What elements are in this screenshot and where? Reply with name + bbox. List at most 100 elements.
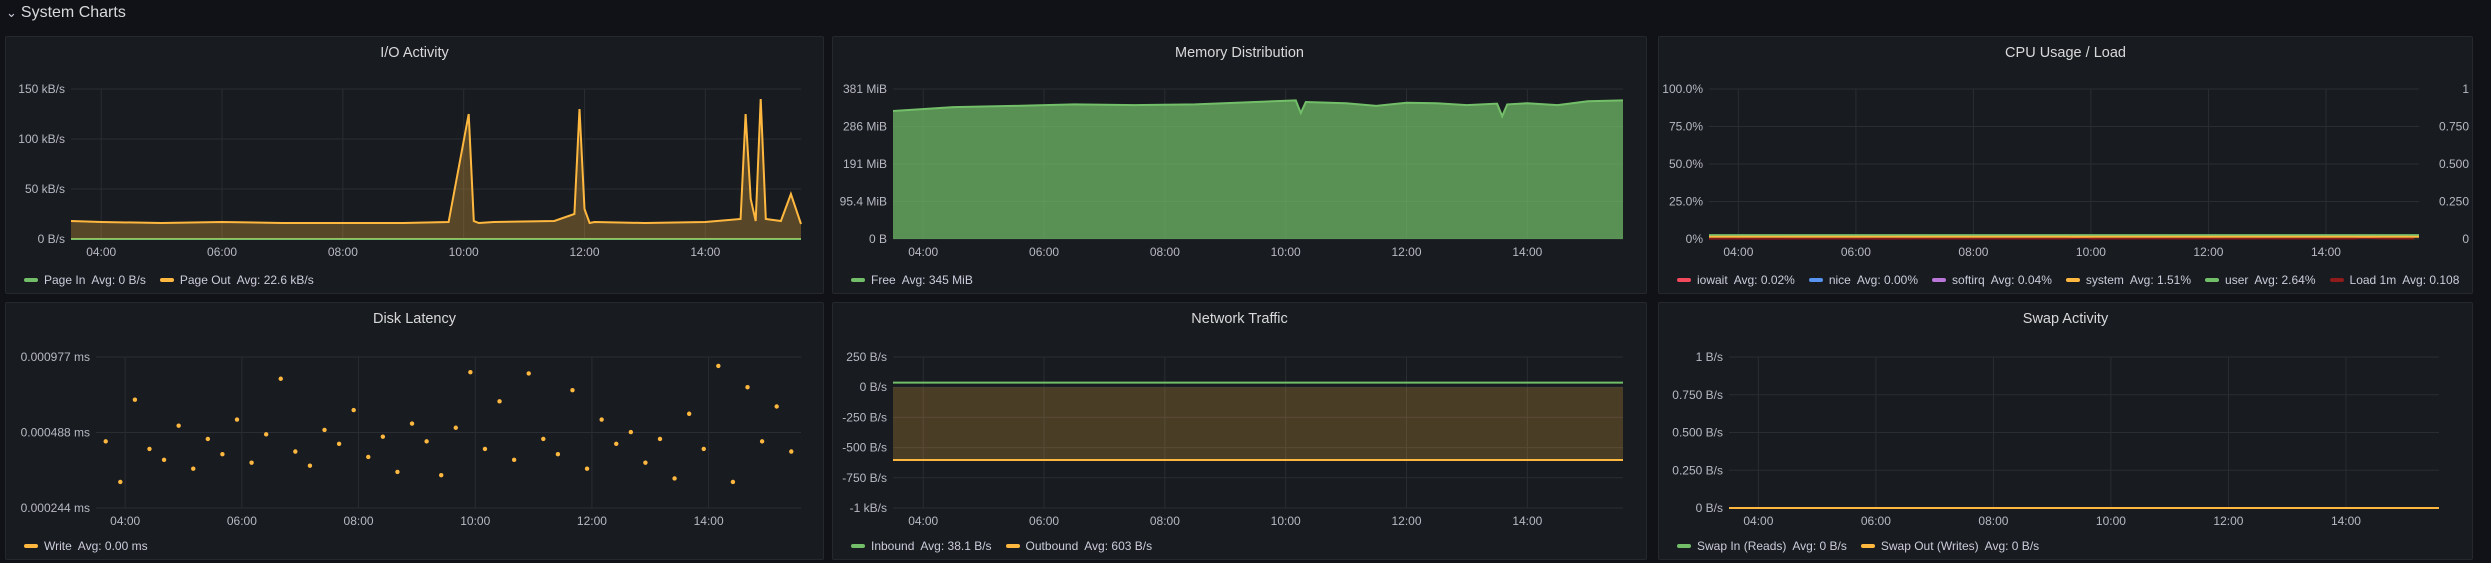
legend-avg: Avg: 0 B/s	[91, 273, 146, 287]
legend-item[interactable]: user Avg: 2.64%	[2205, 273, 2316, 287]
panel-cpu-usage-load[interactable]: CPU Usage / Load 0% 25.0% 50.0% 75.0% 100.0%…	[1658, 36, 2473, 294]
y-tick-label: 1 B/s	[1696, 350, 1723, 364]
y-tick-label: 50.0%	[1669, 157, 1703, 171]
legend-swatch	[2205, 278, 2220, 282]
x-tick-label: 10:00	[2096, 514, 2126, 528]
y-tick-label: 0.250 B/s	[1672, 463, 1723, 477]
data-point	[643, 460, 648, 465]
data-point	[526, 371, 531, 376]
legend-label: Page In	[44, 273, 86, 287]
y-tick-label: 100.0%	[1662, 82, 1703, 96]
data-point	[132, 397, 138, 402]
y-tick-label: 0.000977 ms	[21, 350, 90, 364]
legend: Swap In (Reads) Avg: 0 B/s Swap Out (Write…	[1677, 539, 2462, 553]
data-point	[672, 476, 677, 481]
data-point	[307, 463, 313, 468]
legend-item[interactable]: Page Out Avg: 22.6 kB/s	[159, 273, 314, 287]
network-chart: 250 B/s 0 B/s -250 B/s -500 B/s -750 B/s -1 k…	[842, 350, 1623, 528]
data-point	[191, 466, 196, 471]
legend-label: Swap In (Reads)	[1697, 539, 1787, 553]
row-title: System Charts	[20, 4, 126, 21]
legend-avg: Avg: 0.00 ms	[77, 539, 148, 553]
data-point	[570, 388, 575, 393]
legend-swatch	[851, 544, 865, 548]
legend-item[interactable]: Inbound Avg: 38.1 B/s	[851, 539, 992, 553]
legend-swatch	[24, 544, 38, 548]
data-point	[293, 449, 298, 454]
data-point	[599, 417, 604, 422]
legend-avg: Avg: 1.51%	[2129, 273, 2192, 287]
data-point	[628, 429, 634, 435]
legend-avg: Avg: 345 MiB	[901, 273, 973, 287]
legend-avg: Avg: 38.1 B/s	[920, 539, 992, 553]
legend-item[interactable]: Outbound Avg: 603 B/s	[1005, 539, 1153, 553]
x-tick-label: 12:00	[2213, 514, 2243, 528]
memory-chart: 0 B 95.4 MiB 191 MiB 286 MiB 381 MiB 04:00 06:…	[840, 82, 1624, 259]
panel-network-traffic[interactable]: Network Traffic 250 B/s 0 B/s -250 B/s -500…	[832, 302, 1647, 560]
cpu-chart: 0% 25.0% 50.0% 75.0% 100.0% 0 0.250 0.500 0.750 1…	[1662, 82, 2469, 259]
x-tick-label: 14:00	[2331, 514, 2361, 528]
legend-label: Load 1m	[2349, 273, 2397, 287]
panel-memory-distribution[interactable]: Memory Distribution 0 B 95.4 MiB 191 MiB 28…	[832, 36, 1647, 294]
x-tick-label: 04:00	[1743, 514, 1773, 528]
legend-item[interactable]: Load 1m Avg: 0.108	[2329, 273, 2459, 287]
data-point	[161, 457, 167, 462]
data-point	[176, 423, 181, 428]
x-tick-label: 08:00	[328, 245, 358, 259]
disk-chart: 0.000244 ms 0.000488 ms 0.000977 ms 04:00 06…	[21, 350, 801, 528]
legend-avg: Avg: 603 B/s	[1084, 539, 1153, 553]
legend-avg: Avg: 0 B/s	[1792, 539, 1847, 553]
x-tick-label: 12:00	[2193, 245, 2223, 259]
legend-swatch	[2329, 278, 2344, 282]
panel-io-activity[interactable]: I/O Activity 0 B/s 50 kB/s 100 kB/s 150 kB/…	[5, 36, 824, 294]
legend-item[interactable]: system Avg: 1.51%	[2065, 273, 2192, 287]
legend-item[interactable]: Swap Out (Writes) Avg: 0 B/s	[1860, 539, 2039, 553]
x-tick-label: 06:00	[1841, 245, 1871, 259]
x-tick-label: 10:00	[2076, 245, 2106, 259]
panel-swap-activity[interactable]: Swap Activity 0 B/s 0.250 B/s 0.500 B/s 0.7…	[1658, 302, 2473, 560]
legend-label: system	[2085, 273, 2124, 287]
legend-swatch	[851, 278, 865, 282]
data-point	[366, 454, 371, 460]
series-page-out-area	[71, 99, 801, 239]
legend-swatch	[1860, 544, 1875, 548]
legend-label: Page Out	[179, 273, 231, 287]
y-right-tick-label: 0	[2462, 232, 2469, 246]
data-point	[497, 399, 502, 404]
data-point	[468, 369, 473, 375]
data-point	[759, 439, 765, 444]
row-header-system-charts[interactable]: ⌄ System Charts	[6, 2, 126, 24]
legend-item[interactable]: nice Avg: 0.00%	[1808, 273, 1918, 287]
data-point	[147, 446, 152, 452]
x-tick-label: 12:00	[577, 514, 607, 528]
y-tick-label: 286 MiB	[843, 120, 887, 134]
series-load-1m-line	[1708, 237, 2415, 240]
x-tick-label: 06:00	[1029, 514, 1059, 528]
y-tick-label: 0 B	[869, 232, 887, 246]
x-tick-label: 14:00	[694, 514, 724, 528]
data-point	[234, 417, 240, 422]
legend-label: nice	[1828, 273, 1851, 287]
data-point	[745, 385, 750, 390]
data-point	[395, 469, 400, 475]
x-tick-label: 12:00	[1392, 245, 1422, 259]
legend-item[interactable]: Write Avg: 0.00 ms	[24, 539, 148, 553]
data-point	[351, 407, 356, 413]
y-tick-label: 25.0%	[1669, 195, 1703, 209]
legend-swatch	[1005, 544, 1020, 548]
legend: Write Avg: 0.00 ms	[24, 539, 813, 553]
legend-label: Inbound	[871, 539, 915, 553]
legend-item[interactable]: Page In Avg: 0 B/s	[24, 273, 146, 287]
legend-item[interactable]: iowait Avg: 0.02%	[1677, 273, 1795, 287]
legend-item[interactable]: Free Avg: 345 MiB	[851, 273, 973, 287]
data-point	[278, 376, 283, 381]
panel-disk-latency[interactable]: Disk Latency 0.000244 ms 0.000488 ms 0.000…	[5, 302, 824, 560]
y-right-tick-label: 0.750	[2439, 120, 2469, 134]
data-point	[263, 432, 269, 437]
y-tick-label: 0 B/s	[860, 380, 887, 394]
legend-item[interactable]: Swap In (Reads) Avg: 0 B/s	[1677, 539, 1847, 553]
data-point	[322, 427, 327, 433]
x-tick-label: 08:00	[1978, 514, 2008, 528]
y-right-tick-label: 1	[2462, 82, 2469, 96]
legend-item[interactable]: softirq Avg: 0.04%	[1932, 273, 2052, 287]
